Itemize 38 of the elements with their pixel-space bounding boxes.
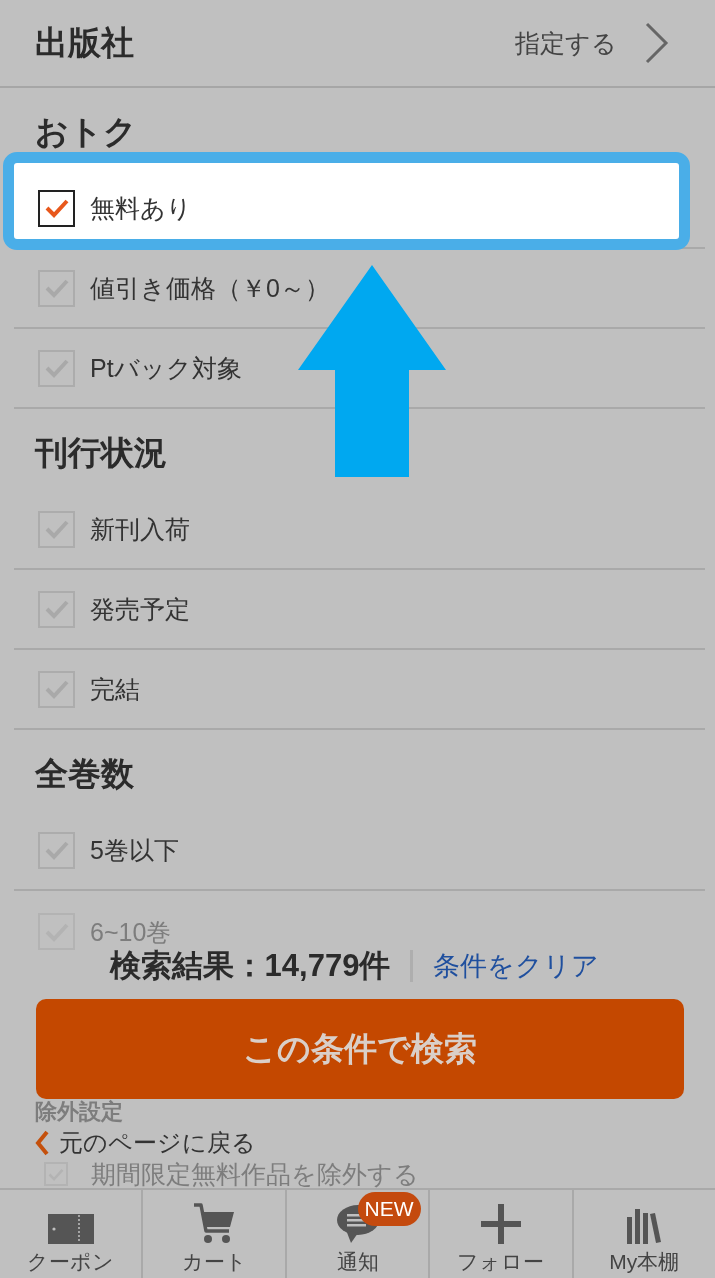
plus-icon (480, 1204, 521, 1244)
nav-button[interactable]: My本棚 (573, 1190, 715, 1278)
specify-button[interactable]: 指定する (515, 22, 669, 64)
search-button[interactable]: この条件で検索 (36, 999, 684, 1099)
row-title: 出版社 (35, 23, 134, 63)
option-label: 新刊入荷 (90, 514, 190, 545)
option-label: 5巻以下 (90, 835, 179, 866)
back-link[interactable]: 元のページに戻る (35, 1127, 256, 1158)
section-heading: 全巻数 (35, 754, 134, 794)
books-icon (626, 1208, 663, 1244)
new-badge: NEW (357, 1192, 421, 1226)
nav-label: フォロー (457, 1250, 545, 1274)
chevron-left-icon (35, 1129, 49, 1156)
nav-button[interactable]: カート (143, 1190, 287, 1278)
nav-label: クーポン (27, 1250, 115, 1274)
option-label: 期間限定無料作品を除外する (91, 1160, 419, 1188)
section-heading: おトク (35, 112, 137, 152)
checkbox[interactable] (38, 189, 75, 227)
clear-conditions-link[interactable]: 条件をクリア (433, 949, 600, 983)
section-heading: 刊行状況 (35, 433, 167, 473)
nav-label: カート (181, 1250, 247, 1274)
nav-button[interactable]: フォロー (430, 1190, 574, 1278)
option-label: 発売予定 (90, 594, 190, 625)
nav-button[interactable]: クーポン (0, 1190, 144, 1278)
option-label: 値引き価格（￥0～） (90, 273, 330, 304)
nav-label: My本棚 (609, 1250, 680, 1274)
checkmark-icon (44, 198, 69, 218)
nav-label: 通知 (336, 1250, 379, 1274)
nav-button[interactable]: NEW 通知 (286, 1190, 431, 1278)
option-label: 6~10巻 (90, 916, 172, 948)
option-label: 無料あり (90, 193, 192, 224)
option-label: 完結 (90, 674, 140, 705)
ticket-icon (47, 1214, 94, 1244)
chevron-right-icon (645, 22, 669, 64)
section-heading: 除外設定 (35, 1099, 123, 1125)
cart-icon (193, 1202, 236, 1244)
option-label: Ptバック対象 (90, 353, 242, 384)
result-count: 検索結果：14,779件 (109, 948, 391, 984)
